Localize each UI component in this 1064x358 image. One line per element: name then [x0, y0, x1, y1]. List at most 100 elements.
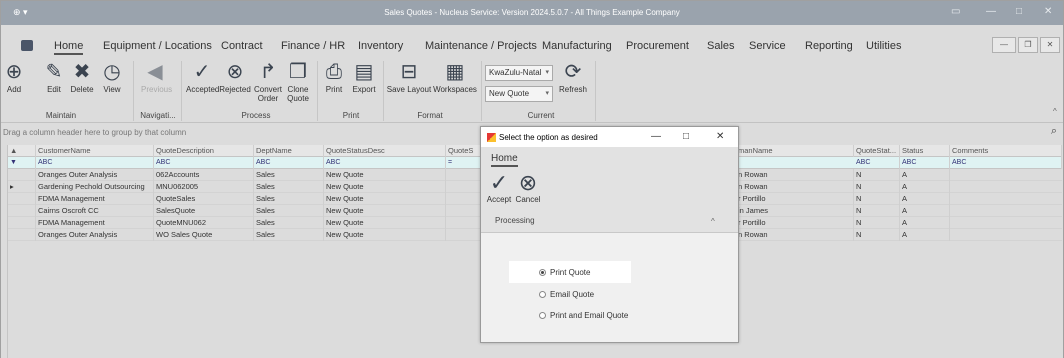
tab-reporting[interactable]: Reporting — [805, 40, 853, 52]
radio-selected-icon — [539, 269, 546, 276]
column-header[interactable]: Status — [900, 145, 950, 157]
close-icon[interactable]: ✕ — [1044, 6, 1052, 17]
tab-contract[interactable]: Contract — [221, 40, 263, 52]
filter-cell[interactable]: ABC — [900, 157, 950, 169]
title-bar: ⊕ ▾ Sales Quotes - Nucleus Service: Vers… — [1, 1, 1063, 25]
column-header[interactable]: QuoteDescription — [154, 145, 254, 157]
add-button[interactable]: ⊕ Add — [5, 59, 23, 94]
column-header[interactable]: DeptName — [254, 145, 324, 157]
refresh-button[interactable]: ⟳ Refresh — [557, 59, 589, 94]
tab-equipment-locations[interactable]: Equipment / Locations — [103, 40, 212, 52]
tab-service[interactable]: Service — [749, 40, 786, 52]
convert-order-icon: ↱ — [259, 61, 277, 83]
column-header[interactable]: manName — [736, 145, 854, 157]
convert-order-button[interactable]: ↱ Convert Order — [253, 59, 283, 103]
column-header[interactable]: CustomerName — [36, 145, 154, 157]
filter-cell[interactable]: ABC — [324, 157, 446, 169]
radio-icon — [539, 312, 546, 319]
ribbon-separator — [383, 61, 384, 121]
mdi-close-icon[interactable]: ✕ — [1040, 37, 1060, 53]
edit-icon: ✎ — [45, 61, 63, 83]
view-icon: ◷ — [103, 61, 121, 83]
file-menu-icon[interactable] — [21, 40, 33, 51]
collapse-ribbon-icon[interactable]: ^ — [1053, 107, 1057, 116]
tab-home[interactable]: Home — [491, 153, 518, 167]
ribbon-separator — [317, 61, 318, 121]
save-layout-button[interactable]: ⊟ Save Layout — [386, 59, 432, 94]
filter-cell[interactable]: ABC — [36, 157, 154, 169]
tab-inventory[interactable]: Inventory — [358, 40, 403, 52]
minimize-icon[interactable]: — — [986, 6, 996, 17]
print-email-quote-radio[interactable]: Print and Email Quote — [539, 311, 628, 320]
tab-sales[interactable]: Sales — [707, 40, 735, 52]
group-format-label: Format — [417, 111, 443, 120]
previous-button[interactable]: ◀ Previous — [141, 59, 172, 94]
tab-utilities[interactable]: Utilities — [866, 40, 901, 52]
group-navigation-label: Navigati... — [140, 111, 176, 120]
group-current-label: Current — [527, 111, 555, 120]
print-button[interactable]: ⎙ Print — [323, 59, 345, 94]
workspaces-icon: ▦ — [445, 61, 465, 83]
view-button[interactable]: ◷ View — [101, 59, 123, 94]
printer-icon: ⎙ — [326, 61, 342, 83]
cancel-icon: ⊗ — [518, 170, 538, 195]
mdi-restore-icon[interactable]: ❐ — [1018, 37, 1038, 53]
maximize-icon[interactable]: □ — [1016, 6, 1022, 17]
dialog-options: Print Quote Email Quote Print and Email … — [481, 233, 738, 342]
filter-cell[interactable]: ABC — [154, 157, 254, 169]
status-select[interactable]: New Quote ▾ — [485, 86, 553, 102]
tab-finance-hr[interactable]: Finance / HR — [281, 40, 345, 52]
filter-cell[interactable]: ABC — [254, 157, 324, 169]
edit-button[interactable]: ✎ Edit — [43, 59, 65, 94]
close-icon[interactable]: ✕ — [716, 131, 724, 142]
tab-procurement[interactable]: Procurement — [626, 40, 689, 52]
column-header[interactable]: QuoteStatusDesc — [324, 145, 446, 157]
save-layout-icon: ⊟ — [400, 61, 418, 83]
filter-icon[interactable]: ▼ — [8, 157, 36, 169]
clone-quote-button[interactable]: ❐ Clone Quote — [286, 59, 310, 103]
mdi-minimize-icon[interactable]: — — [992, 37, 1016, 53]
filter-cell[interactable]: ABC — [950, 157, 1062, 169]
cancel-button[interactable]: ⊗ Cancel — [514, 170, 542, 205]
tab-maintenance-projects[interactable]: Maintenance / Projects — [425, 40, 537, 52]
accept-button[interactable]: ✓ Accept — [486, 171, 512, 205]
maximize-icon[interactable]: □ — [683, 131, 689, 142]
accepted-button[interactable]: ✓ Accepted — [186, 59, 219, 94]
processing-group-label: Processing — [495, 216, 535, 225]
print-quote-radio[interactable]: Print Quote — [539, 268, 590, 277]
group-print-label: Print — [342, 111, 360, 120]
delete-button[interactable]: ✖ Delete — [69, 59, 95, 94]
ribbon-separator — [481, 61, 482, 121]
group-process-label: Process — [241, 111, 271, 120]
group-maintain-label: Maintain — [45, 111, 77, 120]
add-icon: ⊕ — [5, 61, 23, 83]
search-icon[interactable]: ⌕ — [1051, 125, 1057, 138]
select-option-dialog: Select the option as desired — □ ✕ Home … — [480, 126, 739, 343]
accepted-icon: ✓ — [193, 61, 211, 83]
region-select[interactable]: KwaZulu-Natal ▾ — [485, 65, 553, 81]
chevron-down-icon: ▾ — [545, 69, 549, 76]
dialog-ribbon: Home ✓ Accept ⊗ Cancel Processing ^ — [481, 147, 738, 233]
xls-export-icon: ▤ — [354, 61, 374, 83]
collapse-icon[interactable]: ^ — [711, 217, 715, 226]
minimize-icon[interactable]: — — [651, 131, 661, 142]
rejected-button[interactable]: ⊗ Rejected — [219, 59, 251, 94]
restore-small-icon[interactable]: ▭ — [951, 6, 960, 17]
app-logo-icon — [487, 133, 496, 142]
refresh-icon: ⟳ — [564, 61, 582, 83]
column-header[interactable]: Comments — [950, 145, 1062, 157]
column-header[interactable]: QuoteStat... — [854, 145, 900, 157]
menu-bar: Home Equipment / Locations Contract Fina… — [1, 25, 1063, 57]
filter-cell[interactable]: ABC — [854, 157, 900, 169]
dialog-title: Select the option as desired — [499, 133, 598, 142]
workspaces-button[interactable]: ▦ Workspaces — [433, 59, 477, 94]
tab-manufacturing[interactable]: Manufacturing — [542, 40, 612, 52]
ribbon-separator — [595, 61, 596, 121]
row-indicator-icon: ▸ — [8, 181, 36, 193]
ribbon-separator — [133, 61, 134, 121]
tab-home[interactable]: Home — [54, 40, 84, 55]
header-sort-indicator[interactable]: ▲ — [8, 145, 36, 157]
export-button[interactable]: ▤ Export — [351, 59, 377, 94]
email-quote-radio[interactable]: Email Quote — [539, 290, 594, 299]
rejected-icon: ⊗ — [226, 61, 244, 83]
